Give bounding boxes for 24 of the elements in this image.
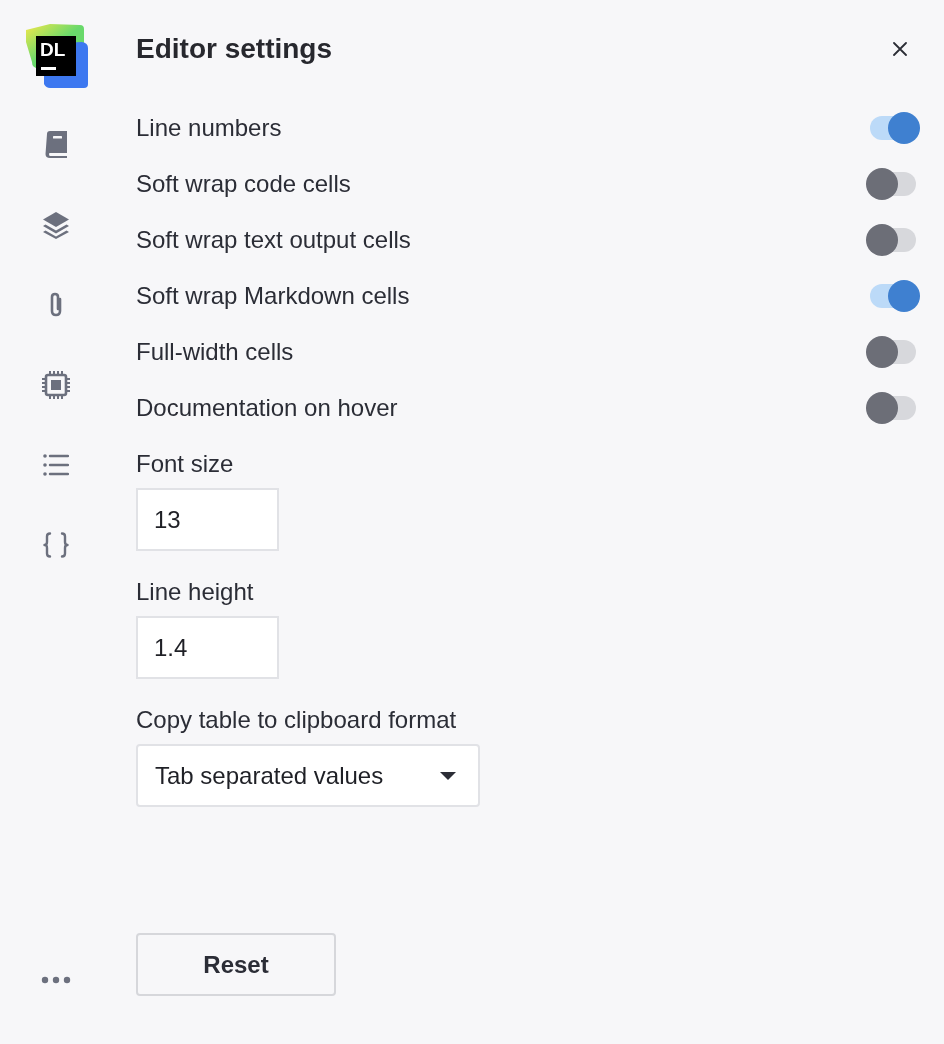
braces-icon[interactable]: [43, 532, 69, 558]
toggle-label: Full-width cells: [136, 338, 294, 366]
panel-title: Editor settings: [136, 32, 332, 66]
toggle-label: Documentation on hover: [136, 394, 398, 422]
list-icon[interactable]: [43, 454, 69, 476]
format-dropdown[interactable]: Tab separated values: [136, 744, 480, 807]
more-icon[interactable]: [41, 976, 71, 984]
caret-icon: [440, 771, 456, 780]
field-label: Font size: [136, 450, 234, 478]
field-label: Copy table to clipboard format: [136, 706, 457, 734]
reset-button[interactable]: Reset: [136, 933, 336, 996]
number-input[interactable]: 13: [136, 488, 279, 551]
toggle-label: Line numbers: [136, 114, 282, 142]
field-label: Line height: [136, 578, 254, 606]
close-icon: [893, 42, 907, 56]
layers-icon[interactable]: [43, 211, 69, 239]
close-button[interactable]: [890, 39, 910, 59]
toggle-label: Soft wrap code cells: [136, 170, 351, 198]
toggle-label: Soft wrap text output cells: [136, 226, 411, 254]
chip-icon[interactable]: [42, 371, 70, 399]
book-icon[interactable]: [44, 131, 68, 159]
number-input[interactable]: 1.4: [136, 616, 279, 679]
toggle-label: Soft wrap Markdown cells: [136, 282, 410, 310]
logo: DL: [36, 36, 76, 76]
